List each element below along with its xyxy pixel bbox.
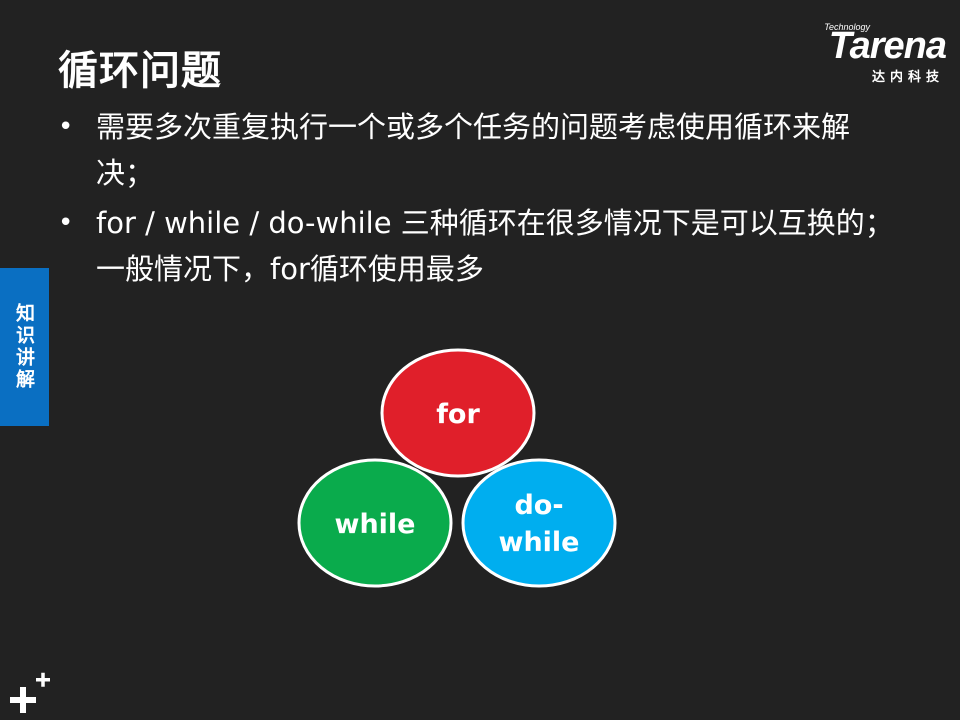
circle-while-label: while (335, 509, 416, 540)
circle-do-while-label-line1: do- (514, 490, 563, 521)
circle-for: for (380, 348, 536, 478)
circle-for-label: for (436, 399, 480, 430)
circle-do-while-label-line2: while (499, 527, 580, 558)
loop-types-diagram: for while do- while (297, 348, 617, 588)
circle-do-while: do- while (461, 458, 617, 588)
circle-while: while (297, 458, 453, 588)
plus-plus-icon (10, 672, 50, 713)
circle-do-while-shape (461, 458, 617, 588)
